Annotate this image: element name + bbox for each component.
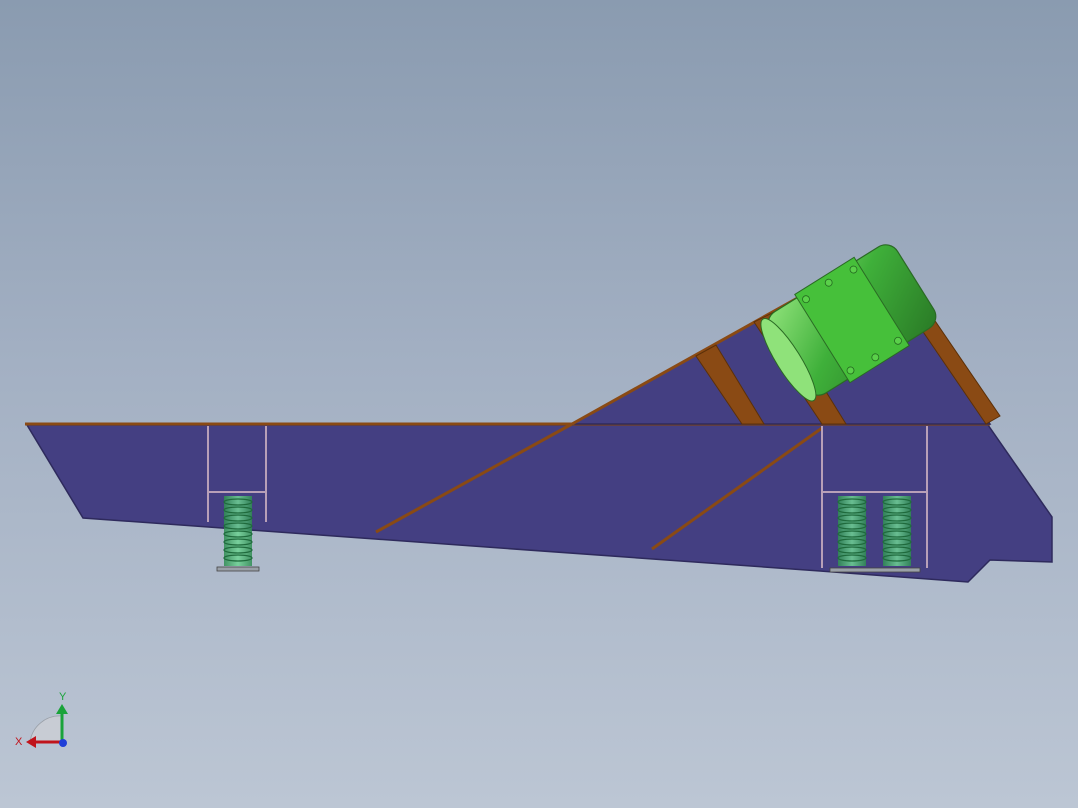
xyz-axis-triad-icon: Y X	[15, 691, 68, 748]
axis-y-label: Y	[59, 691, 67, 703]
cad-model-view[interactable]: Y X	[0, 0, 1078, 808]
spring-base-plate	[216, 566, 260, 572]
cad-viewport[interactable]: Y X	[0, 0, 1078, 808]
spring-right-1	[837, 496, 867, 566]
spring-base-plate	[829, 567, 921, 573]
axis-x-label: X	[15, 736, 23, 748]
